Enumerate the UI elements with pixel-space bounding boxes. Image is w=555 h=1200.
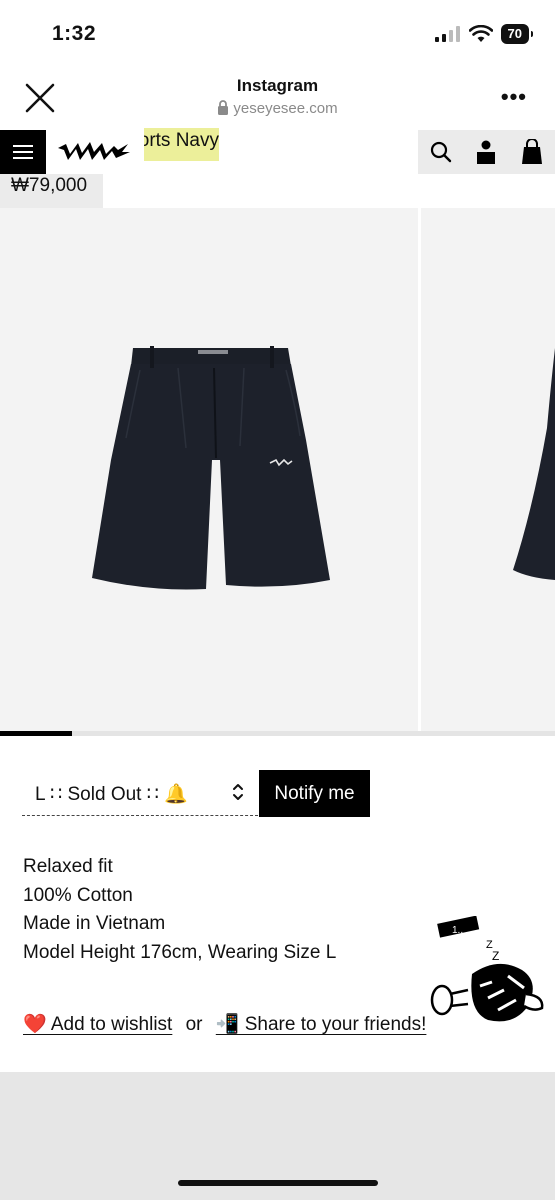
add-to-wishlist-link[interactable]: ❤️ Add to wishlist: [23, 1014, 172, 1035]
size-select[interactable]: L ∷ Sold Out ∷ 🔔: [22, 770, 258, 816]
product-details: Relaxed fit 100% Cotton Made in Vietnam …: [23, 853, 336, 967]
share-links: ❤️ Add to wishlist or 📲 Share to your fr…: [23, 1012, 426, 1036]
detail-line: Made in Vietnam: [23, 913, 166, 934]
badge-text: 1..: [452, 925, 463, 936]
notify-me-button[interactable]: Notify me: [259, 770, 370, 817]
product-title: Pleated Shorts Navy: [144, 128, 219, 161]
account-icon[interactable]: [476, 140, 496, 164]
browser-url-row: yeseyesee.com: [0, 100, 555, 117]
wifi-icon: [468, 25, 493, 42]
svg-text:Z: Z: [492, 949, 499, 963]
lock-icon: [218, 100, 229, 115]
search-icon[interactable]: [430, 141, 452, 163]
next-product-image: [513, 348, 555, 580]
status-time: 1:32: [52, 22, 97, 45]
sleeping-character-illustration: 1.. Z Z Z: [430, 916, 544, 1022]
status-icons: 70: [434, 24, 534, 44]
detail-line: Relaxed fit: [23, 856, 113, 877]
product-image: [92, 346, 330, 590]
size-select-value: L ∷ Sold Out ∷ 🔔: [35, 784, 188, 805]
product-gallery[interactable]: [0, 208, 555, 731]
battery-level: 70: [500, 24, 534, 44]
detail-line: 100% Cotton: [23, 884, 133, 906]
share-link[interactable]: 📲 Share to your friends!: [216, 1014, 427, 1035]
product-price: ₩79,000: [0, 174, 103, 208]
gallery-progress-fill: [0, 731, 73, 736]
more-icon[interactable]: •••: [501, 84, 527, 110]
signal-icon: [434, 26, 460, 42]
or-text: or: [185, 1014, 203, 1035]
browser-url: yeseyesee.com: [233, 100, 338, 117]
menu-icon[interactable]: [0, 130, 46, 174]
chevron-updown-icon: [233, 784, 243, 800]
gallery-progress-bar: [0, 731, 555, 736]
bag-icon[interactable]: [521, 139, 543, 164]
home-indicator[interactable]: [178, 1180, 378, 1186]
browser-title: Instagram: [236, 76, 319, 95]
brand-logo[interactable]: [56, 138, 132, 164]
detail-line: Model Height 176cm, Wearing Size L: [23, 941, 337, 963]
nav-icon-group: [418, 130, 555, 174]
